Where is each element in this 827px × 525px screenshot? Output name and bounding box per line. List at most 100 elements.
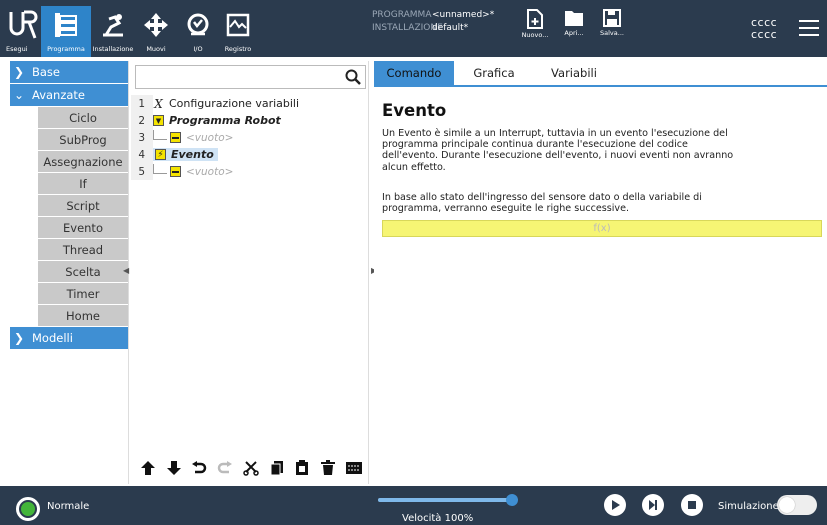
programma-label: PROGRAMMA [372, 10, 432, 20]
hamburger-menu-icon[interactable] [799, 20, 819, 36]
tree-node-label: Evento [171, 148, 214, 161]
programma-value: <unnamed>* [432, 10, 495, 20]
chevron-right-icon: ❯ [14, 65, 25, 79]
category-base-label: Base [32, 65, 61, 79]
nav-label-programma: Programma [47, 45, 85, 53]
program-tree: 1 X Configurazione variabili 2 ▼ Program… [131, 95, 369, 180]
chevron-down-icon: ⌄ [14, 88, 25, 102]
tree-node-1[interactable]: 1 X Configurazione variabili [131, 95, 369, 112]
command-if[interactable]: If [38, 173, 128, 195]
tree-connector [153, 163, 167, 174]
tree-node-5[interactable]: 5 <vuoto> [131, 163, 369, 180]
search-icon[interactable] [345, 69, 361, 85]
suppress-icon[interactable] [344, 458, 364, 478]
program-tree-panel: 1 X Configurazione variabili 2 ▼ Program… [131, 61, 369, 484]
tree-node-2[interactable]: 2 ▼ Programma Robot [131, 112, 369, 129]
tree-node-3[interactable]: 3 <vuoto> [131, 129, 369, 146]
chevron-right-icon: ❯ [14, 331, 25, 345]
variable-x-icon: X [154, 96, 163, 111]
nav-programma[interactable]: Programma [41, 6, 91, 57]
tree-node-label: <vuoto> [186, 131, 234, 144]
save-file-button[interactable]: Salva... [594, 9, 630, 53]
command-description: Un Evento è simile a un Interrupt, tutta… [382, 128, 734, 173]
stop-button[interactable] [681, 494, 703, 516]
speed-slider[interactable] [378, 494, 518, 506]
tree-node-4[interactable]: 4 ⚡ Evento [131, 146, 369, 163]
empty-block-icon [170, 132, 181, 143]
log-icon [218, 6, 258, 44]
tree-node-label: <vuoto> [186, 165, 234, 178]
speed-slider-fill [378, 498, 512, 502]
line-number: 2 [138, 114, 145, 127]
expression-field[interactable]: f(x) [382, 220, 822, 237]
empty-block-icon [170, 166, 181, 177]
ur-logo [8, 9, 38, 41]
undo-icon[interactable] [189, 458, 209, 478]
command-ciclo[interactable]: Ciclo [38, 107, 128, 129]
category-avanzate-label: Avanzate [32, 88, 86, 102]
installation-icon [93, 6, 133, 44]
move-icon [136, 6, 176, 44]
line-number: 1 [138, 97, 145, 110]
command-evento[interactable]: Evento [38, 217, 128, 239]
paste-icon[interactable] [292, 458, 312, 478]
tree-node-label: Configurazione variabili [169, 97, 300, 110]
new-file-label: Nuovo... [521, 31, 549, 39]
category-avanzate[interactable]: ⌄ Avanzate [10, 84, 128, 107]
nav-muovi[interactable]: Muovi [136, 6, 176, 57]
lightning-icon: ⚡ [155, 149, 166, 160]
speed-slider-knob[interactable] [506, 494, 518, 506]
command-detail-panel: Comando Grafica Variabili Evento Un Even… [374, 61, 827, 484]
io-icon [178, 6, 218, 44]
play-icon [612, 500, 620, 510]
tab-comando[interactable]: Comando [374, 61, 454, 85]
move-up-icon[interactable] [138, 458, 158, 478]
new-file-icon [527, 9, 543, 29]
nav-label-esegui[interactable]: Esegui [6, 45, 28, 53]
command-scelta[interactable]: Scelta [38, 261, 128, 283]
tab-grafica[interactable]: Grafica [454, 61, 534, 85]
bottom-bar: Normale Velocità 100% Simulazione [0, 486, 827, 525]
step-icon [649, 500, 657, 510]
command-home[interactable]: Home [38, 305, 128, 327]
command-timer[interactable]: Timer [38, 283, 128, 305]
play-button[interactable] [604, 494, 626, 516]
collapse-left-handle-icon[interactable]: ◀ [123, 266, 129, 275]
nav-installazione[interactable]: Installazione [92, 6, 134, 57]
command-tree-panel: ❯ Base ⌄ Avanzate Ciclo SubProg Assegnazio… [10, 61, 129, 484]
open-file-button[interactable]: Apri... [556, 9, 592, 53]
command-subprog[interactable]: SubProg [38, 129, 128, 151]
copy-icon[interactable] [267, 458, 287, 478]
nav-label-muovi: Muovi [146, 45, 166, 53]
nav-registro[interactable]: Registro [218, 6, 258, 57]
command-script[interactable]: Script [38, 195, 128, 217]
user-info: cccc cccc [751, 17, 777, 41]
delete-icon[interactable] [318, 458, 338, 478]
command-assegnazione[interactable]: Assegnazione [38, 151, 128, 173]
step-button[interactable] [642, 494, 664, 516]
tab-variabili[interactable]: Variabili [534, 61, 614, 85]
simulation-toggle[interactable] [777, 495, 817, 515]
power-status-icon[interactable] [16, 497, 40, 521]
top-bar: Esegui Programma Installazione Muovi I/O… [0, 0, 827, 57]
selected-node[interactable]: ⚡ Evento [153, 148, 218, 161]
expand-triangle-icon[interactable]: ▼ [153, 115, 164, 126]
program-info: PROGRAMMA<unnamed>* INSTALLAZIONEdefault… [372, 9, 494, 35]
search-field[interactable] [135, 65, 366, 89]
category-modelli[interactable]: ❯ Modelli [10, 327, 128, 350]
command-heading: Evento [382, 101, 447, 120]
new-file-button[interactable]: Nuovo... [517, 9, 553, 53]
save-file-label: Salva... [600, 29, 624, 37]
line-number: 5 [138, 165, 145, 178]
category-base[interactable]: ❯ Base [10, 61, 128, 84]
cut-icon[interactable] [241, 458, 261, 478]
nav-io[interactable]: I/O [178, 6, 218, 57]
move-down-icon[interactable] [164, 458, 184, 478]
command-thread[interactable]: Thread [38, 239, 128, 261]
open-file-label: Apri... [564, 29, 584, 37]
redo-icon[interactable] [215, 458, 235, 478]
simulation-label: Simulazione [718, 501, 779, 512]
installazione-label: INSTALLAZIONE [372, 23, 443, 33]
category-modelli-label: Modelli [32, 331, 73, 345]
command-instructions: In base allo stato dell'ingresso del sen… [382, 192, 702, 215]
